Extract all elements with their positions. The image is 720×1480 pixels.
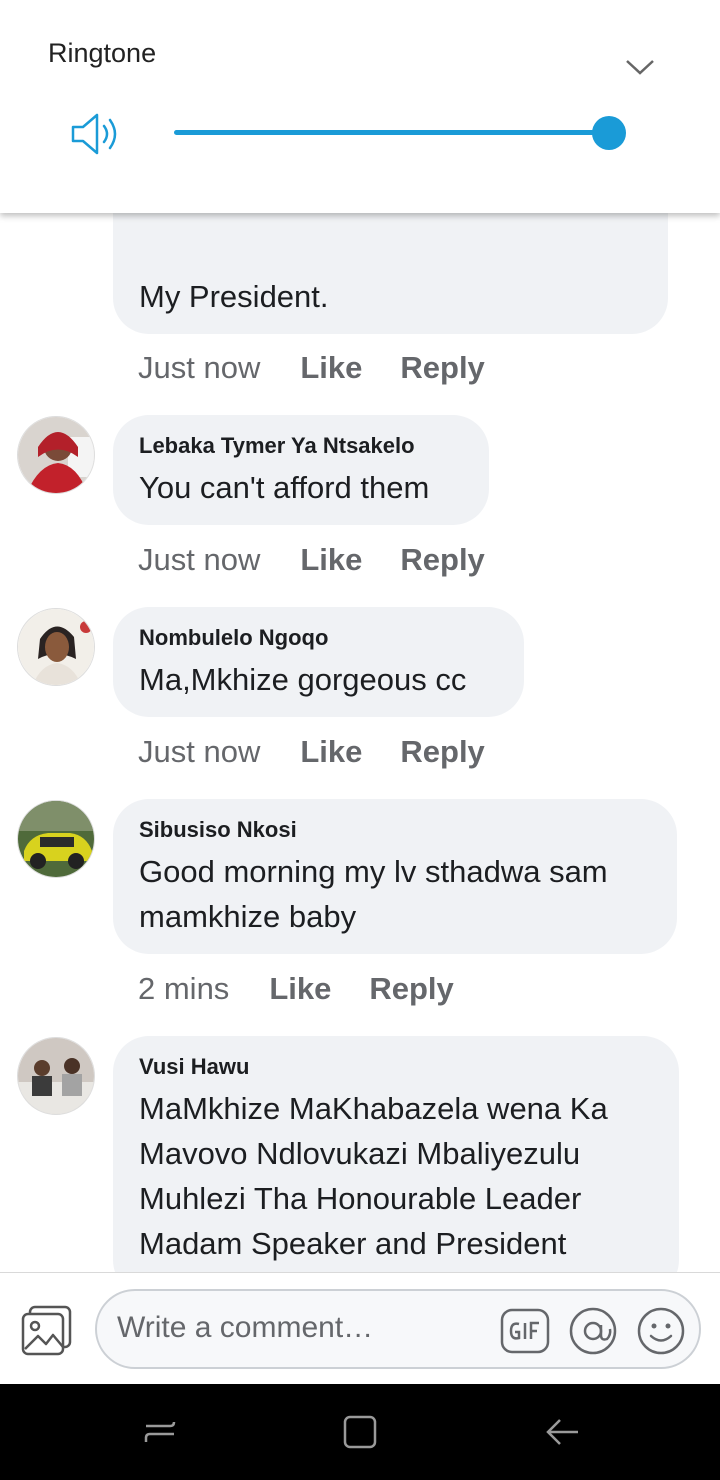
- comment-text: Ma,Mkhize gorgeous cc: [139, 662, 467, 697]
- comment-text: My President.: [139, 279, 329, 314]
- comment-text-line: MaMkhize MaKhabazela wena Ka: [139, 1091, 608, 1126]
- like-button[interactable]: Like: [300, 350, 362, 386]
- comment-author[interactable]: Nombulelo Ngoqo: [139, 625, 498, 651]
- volume-slider-track[interactable]: [174, 130, 610, 135]
- like-button[interactable]: Like: [300, 734, 362, 770]
- comment-time: Just now: [138, 350, 261, 385]
- reply-button[interactable]: Reply: [369, 971, 453, 1007]
- gif-icon[interactable]: [499, 1305, 551, 1357]
- like-button[interactable]: Like: [300, 542, 362, 578]
- comment-actions: Just now Like Reply: [138, 350, 523, 386]
- volume-stream-title: Ringtone: [48, 38, 157, 68]
- back-icon[interactable]: [542, 1412, 582, 1452]
- like-button[interactable]: Like: [269, 971, 331, 1007]
- chevron-down-icon[interactable]: [624, 55, 656, 79]
- comment-time: Just now: [138, 734, 261, 769]
- avatar[interactable]: [17, 1037, 95, 1115]
- recent-apps-icon[interactable]: [140, 1412, 180, 1452]
- comment-text-line: mamkhize baby: [139, 899, 357, 934]
- volume-panel: Ringtone: [0, 0, 720, 213]
- comment-text-line: Muhlezi Tha Honourable Leader: [139, 1181, 582, 1216]
- reply-button[interactable]: Reply: [400, 542, 484, 578]
- comment-text-line: Madam Speaker and President: [139, 1226, 567, 1261]
- comment-actions: Just now Like Reply: [138, 542, 523, 578]
- comment-text: You can't afford them: [139, 470, 430, 505]
- volume-slider-thumb[interactable]: [592, 116, 626, 150]
- home-icon[interactable]: [340, 1412, 380, 1452]
- comment-actions: Just now Like Reply: [138, 734, 523, 770]
- comment-input[interactable]: Write a comment…: [95, 1289, 701, 1369]
- comment-time: 2 mins: [138, 971, 230, 1006]
- comment-author[interactable]: Sibusiso Nkosi: [139, 817, 651, 843]
- comment-bubble[interactable]: Vusi Hawu MaMkhize MaKhabazela wena Ka M…: [113, 1036, 679, 1272]
- avatar[interactable]: [17, 608, 95, 686]
- at-icon[interactable]: [567, 1305, 619, 1357]
- comment-actions: 2 mins Like Reply: [138, 971, 492, 1007]
- comment-text-line: Good morning my lv sthadwa sam: [139, 854, 608, 889]
- system-nav-bar: [0, 1384, 720, 1480]
- comment-composer: Write a comment…: [0, 1272, 720, 1384]
- comment-placeholder: Write a comment…: [117, 1311, 374, 1344]
- comment-time: Just now: [138, 542, 261, 577]
- reply-button[interactable]: Reply: [400, 350, 484, 386]
- avatar[interactable]: [17, 416, 95, 494]
- photo-icon[interactable]: [20, 1303, 74, 1357]
- emoji-icon[interactable]: [635, 1305, 687, 1357]
- comment-bubble[interactable]: Nombulelo Ngoqo Ma,Mkhize gorgeous cc: [113, 607, 524, 717]
- comment-author[interactable]: Lebaka Tymer Ya Ntsakelo: [139, 433, 463, 459]
- avatar[interactable]: [17, 800, 95, 878]
- comment-bubble[interactable]: Lebaka Tymer Ya Ntsakelo You can't affor…: [113, 415, 489, 525]
- comment-author[interactable]: Vusi Hawu: [139, 1054, 653, 1080]
- reply-button[interactable]: Reply: [400, 734, 484, 770]
- speaker-icon[interactable]: [70, 110, 122, 158]
- comment-bubble[interactable]: Sibusiso Nkosi Good morning my lv sthadw…: [113, 799, 677, 954]
- comment-text-line: Mavovo Ndlovukazi Mbaliyezulu: [139, 1136, 581, 1171]
